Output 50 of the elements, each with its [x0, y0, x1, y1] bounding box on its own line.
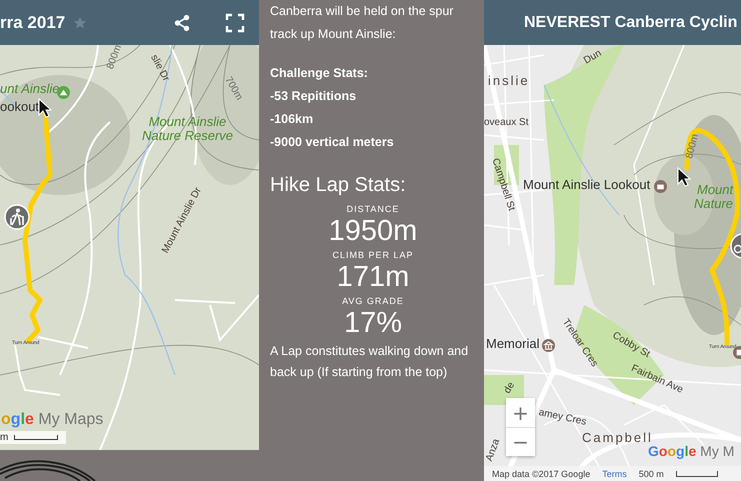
cursor-icon	[677, 167, 691, 187]
map-title: rra 2017	[0, 12, 66, 32]
stat-label: AVG GRADE	[342, 295, 404, 307]
stat-label: CLIMB PER LAP	[332, 249, 414, 261]
map-label: de	[502, 380, 518, 396]
camera-pin-icon	[654, 180, 667, 193]
stat-item: -9000 vertical meters	[270, 134, 395, 151]
map-label: 800m	[684, 132, 702, 160]
attribution-text: Map data ©2017 Google	[492, 468, 590, 478]
map-label: unt Ainslie	[0, 82, 60, 96]
map-label: amey Cres	[538, 407, 588, 428]
stat-value: 171m	[336, 261, 410, 293]
scale-bar: m	[0, 431, 66, 444]
lap-note: A Lap constitutes walking down and back up (If starting from the top)	[270, 343, 470, 381]
map-label: inslie	[488, 74, 530, 88]
stat-value: 17%	[344, 307, 402, 339]
landmark-pin-icon	[542, 339, 555, 352]
stat-item: -106km	[270, 111, 314, 128]
map-label: Mount Ainslie Nature Reserve	[140, 115, 234, 144]
scale-bar	[676, 470, 718, 476]
map-drawing[interactable]	[0, 45, 259, 450]
intro-text: Canberra will be held on the spur track up Mount Ainslie:	[270, 3, 454, 43]
google-my-maps-logo: ogle My Maps	[1, 411, 104, 429]
map-title: NEVEREST Canberra Cyclin	[524, 14, 738, 32]
map-label: slie Dr	[148, 53, 172, 84]
map-label: Anza	[484, 438, 502, 463]
map-label: Nature	[694, 197, 734, 212]
mountain-pin-icon	[57, 86, 70, 99]
hiker-icon[interactable]	[4, 204, 30, 230]
zoom-out-button[interactable]: −	[506, 427, 535, 456]
stat-value: 1950m	[328, 215, 418, 247]
cursor-icon	[38, 98, 52, 118]
zoom-in-button[interactable]: +	[506, 398, 535, 427]
map-label: ookout	[0, 100, 40, 114]
star-icon[interactable]	[73, 16, 88, 30]
stat-item: -53 Repititions	[270, 88, 358, 105]
map-label: Mount Ainslie Lookout	[523, 178, 650, 192]
map-label: Dun	[582, 48, 604, 67]
scale-text: 500 m	[638, 468, 664, 478]
fullscreen-icon[interactable]	[225, 12, 245, 32]
share-icon[interactable]	[173, 14, 191, 32]
terms-link[interactable]: Terms	[602, 468, 627, 478]
lap-stats-heading: Hike Lap Stats:	[270, 174, 407, 197]
google-my-maps-logo: Google My M	[648, 443, 734, 459]
map-label: oveaux St	[484, 117, 528, 128]
map-label: Mount	[697, 183, 734, 198]
stat-label: DISTANCE	[346, 203, 400, 215]
map-label: Memorial	[486, 337, 540, 352]
map-label: Campbell	[582, 431, 653, 446]
stats-heading: Challenge Stats:	[270, 65, 369, 82]
